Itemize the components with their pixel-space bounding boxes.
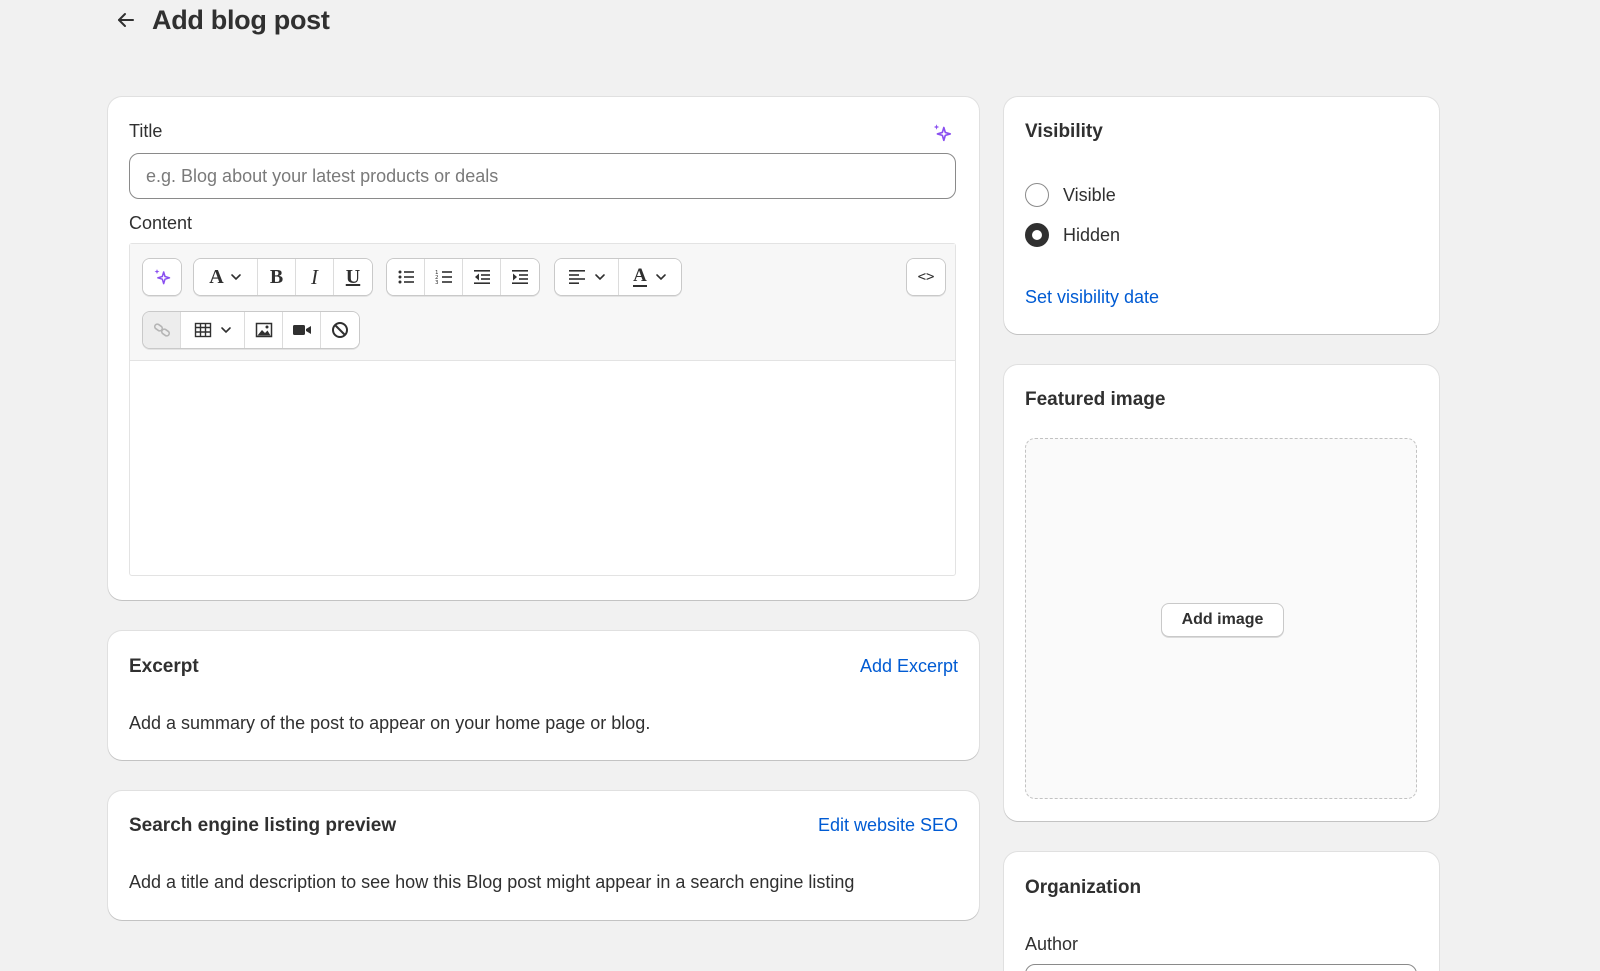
- clear-formatting-button[interactable]: [321, 312, 359, 348]
- ai-generate-title-button[interactable]: [928, 119, 956, 147]
- excerpt-description: Add a summary of the post to appear on y…: [129, 713, 651, 733]
- visibility-option-visible[interactable]: Visible: [1025, 183, 1116, 207]
- insert-video-button[interactable]: [283, 312, 321, 348]
- organization-card: Organization Author: [1004, 852, 1439, 971]
- page-header: Add blog post: [108, 0, 330, 40]
- table-icon: [194, 322, 211, 338]
- add-image-button[interactable]: Add image: [1161, 603, 1284, 637]
- chevron-down-icon: [656, 274, 666, 281]
- font-style-dropdown[interactable]: A: [194, 259, 258, 295]
- excerpt-heading: Excerpt: [129, 656, 199, 677]
- bulleted-list-button[interactable]: [387, 259, 425, 295]
- seo-heading: Search engine listing preview: [129, 815, 397, 836]
- chevron-down-icon: [230, 274, 241, 281]
- image-dropzone[interactable]: Add image: [1025, 438, 1417, 799]
- title-input[interactable]: [129, 153, 956, 199]
- editor-toolbar: A B I U 123 A <>: [130, 244, 955, 361]
- arrow-left-icon: [118, 13, 134, 27]
- add-excerpt-link[interactable]: Add Excerpt: [860, 656, 958, 677]
- toolbar-list-group: 123: [386, 258, 540, 296]
- toolbar-format-group: A B I U: [193, 258, 373, 296]
- back-button[interactable]: [108, 2, 144, 38]
- numbered-list-button[interactable]: 123: [425, 259, 463, 295]
- chevron-down-icon: [220, 327, 231, 334]
- author-label: Author: [1025, 934, 1079, 954]
- featured-image-heading: Featured image: [1025, 389, 1166, 410]
- bold-icon: B: [269, 265, 284, 288]
- italic-button[interactable]: I: [296, 259, 334, 295]
- underline-icon: U: [345, 265, 361, 288]
- rich-text-editor: A B I U 123 A <>: [129, 243, 956, 576]
- align-dropdown[interactable]: [555, 259, 619, 295]
- indent-icon: [512, 270, 528, 284]
- outdent-icon: [473, 270, 490, 284]
- page-title: Add blog post: [152, 4, 330, 35]
- chevron-down-icon: [594, 274, 605, 281]
- outdent-button[interactable]: [463, 259, 501, 295]
- content-label: Content: [129, 213, 193, 233]
- video-icon: [292, 325, 311, 335]
- toolbar-align-color-group: A: [554, 258, 682, 296]
- visibility-option-hidden[interactable]: Hidden: [1025, 223, 1120, 247]
- visibility-card: Visibility Visible Hidden Set visibility…: [1004, 97, 1439, 334]
- bold-button[interactable]: B: [258, 259, 296, 295]
- seo-description: Add a title and description to see how t…: [129, 872, 855, 892]
- excerpt-card: Excerpt Add Excerpt Add a summary of the…: [108, 631, 979, 760]
- svg-text:3: 3: [435, 280, 439, 286]
- set-visibility-date-link[interactable]: Set visibility date: [1025, 287, 1159, 308]
- font-style-icon: A: [209, 265, 224, 288]
- organization-heading: Organization: [1025, 877, 1142, 898]
- featured-image-card: Featured image Add image: [1004, 365, 1439, 821]
- radio-label-visible: Visible: [1063, 184, 1116, 205]
- editor-content-area[interactable]: [130, 362, 955, 575]
- numbered-list-icon: 123: [435, 270, 452, 286]
- sparkle-icon: [154, 269, 171, 285]
- toolbar-ai-group: [142, 258, 182, 296]
- bulleted-list-icon: [398, 270, 414, 284]
- ai-generate-content-button[interactable]: [143, 259, 181, 295]
- post-details-card: Title Content A B I: [108, 97, 979, 600]
- visibility-heading: Visibility: [1025, 121, 1103, 142]
- insert-image-button[interactable]: [245, 312, 283, 348]
- toolbar-source-group: <>: [906, 258, 946, 296]
- toolbar-insert-group: [142, 311, 360, 349]
- sparkle-icon: [933, 124, 952, 142]
- title-label: Title: [129, 121, 163, 141]
- link-button[interactable]: [143, 312, 181, 348]
- link-icon: [153, 323, 170, 337]
- radio-label-hidden: Hidden: [1063, 224, 1121, 245]
- radio-hidden[interactable]: [1025, 223, 1049, 247]
- indent-button[interactable]: [501, 259, 539, 295]
- underline-button[interactable]: U: [334, 259, 372, 295]
- table-dropdown[interactable]: [181, 312, 245, 348]
- align-left-icon: [568, 270, 585, 284]
- italic-icon: I: [311, 264, 318, 289]
- seo-preview-card: Search engine listing preview Edit websi…: [108, 791, 979, 920]
- edit-website-seo-link[interactable]: Edit website SEO: [818, 815, 958, 836]
- text-color-icon: A: [633, 265, 647, 287]
- image-icon: [255, 322, 272, 338]
- text-color-dropdown[interactable]: A: [619, 259, 681, 295]
- radio-visible[interactable]: [1025, 183, 1049, 207]
- html-source-button[interactable]: <>: [907, 259, 945, 295]
- clear-formatting-icon: [332, 322, 348, 338]
- author-select[interactable]: [1025, 964, 1417, 971]
